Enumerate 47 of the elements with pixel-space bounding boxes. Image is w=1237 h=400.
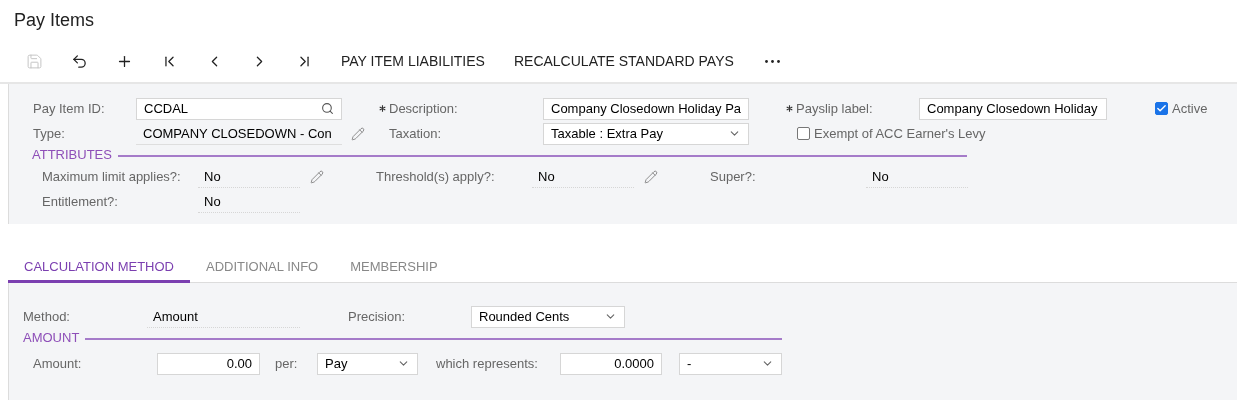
attribute-value: No [866, 165, 968, 188]
checkbox-label: Exempt of ACC Earner's Levy [814, 126, 986, 141]
field-label: Precision: [348, 309, 406, 324]
field-label: Taxation: [389, 126, 442, 141]
attribute-label: Threshold(s) apply?: [376, 169, 495, 184]
checkbox-label: Active [1172, 101, 1208, 116]
checkbox[interactable] [797, 127, 810, 140]
field-label: Type: [33, 126, 65, 141]
field-label: Amount: [33, 356, 82, 371]
page-title: Pay Items [13, 9, 96, 32]
input-field[interactable]: CCDAL [136, 97, 342, 120]
input-field[interactable]: COMPANY CLOSEDOWN - Con [136, 122, 342, 145]
save-icon [26, 52, 43, 70]
pencil-icon[interactable] [310, 169, 324, 184]
field-label: which represents: [436, 356, 538, 371]
more-icon [765, 59, 781, 63]
dropdown[interactable]: Pay [317, 352, 418, 375]
undo-icon [71, 52, 88, 70]
toolbar-button[interactable]: RECALCULATE STANDARD PAYS [498, 45, 749, 77]
tab[interactable]: MEMBERSHIP [334, 252, 454, 283]
dropdown[interactable]: - [679, 352, 782, 375]
toolbar-button[interactable]: PAY ITEM LIABILITIES [326, 45, 500, 77]
pencil-icon[interactable] [644, 169, 658, 184]
method-value: Amount [147, 305, 300, 328]
attribute-value: No [532, 165, 634, 188]
section-title: AMOUNT [23, 329, 80, 345]
attribute-label: Entitlement?: [42, 194, 118, 209]
input-field[interactable]: Company Closedown Holiday [919, 97, 1107, 120]
section-title: ATTRIBUTES [32, 146, 112, 162]
field-label: Pay Item ID: [33, 101, 105, 116]
input-field[interactable]: Company Closedown Holiday Pa [543, 97, 749, 120]
attribute-label: Super?: [710, 169, 756, 184]
input-field[interactable]: 0.00 [157, 352, 260, 375]
attribute-label: Maximum limit applies?: [42, 169, 181, 184]
attribute-value: No [198, 190, 300, 213]
field-label: Method: [23, 309, 70, 324]
tab[interactable]: ADDITIONAL INFO [190, 252, 335, 283]
search-icon[interactable] [321, 102, 334, 115]
input-field[interactable]: 0.0000 [560, 352, 662, 375]
field-label: Payslip label: [796, 101, 873, 116]
dropdown[interactable]: Rounded Cents [471, 305, 625, 328]
field-label: per: [275, 356, 298, 371]
dropdown[interactable]: Taxable : Extra Pay [543, 122, 749, 145]
checkbox[interactable] [1155, 102, 1168, 115]
field-label: Description: [389, 101, 458, 116]
pencil-icon[interactable] [351, 126, 365, 141]
attribute-value: No [198, 165, 300, 188]
